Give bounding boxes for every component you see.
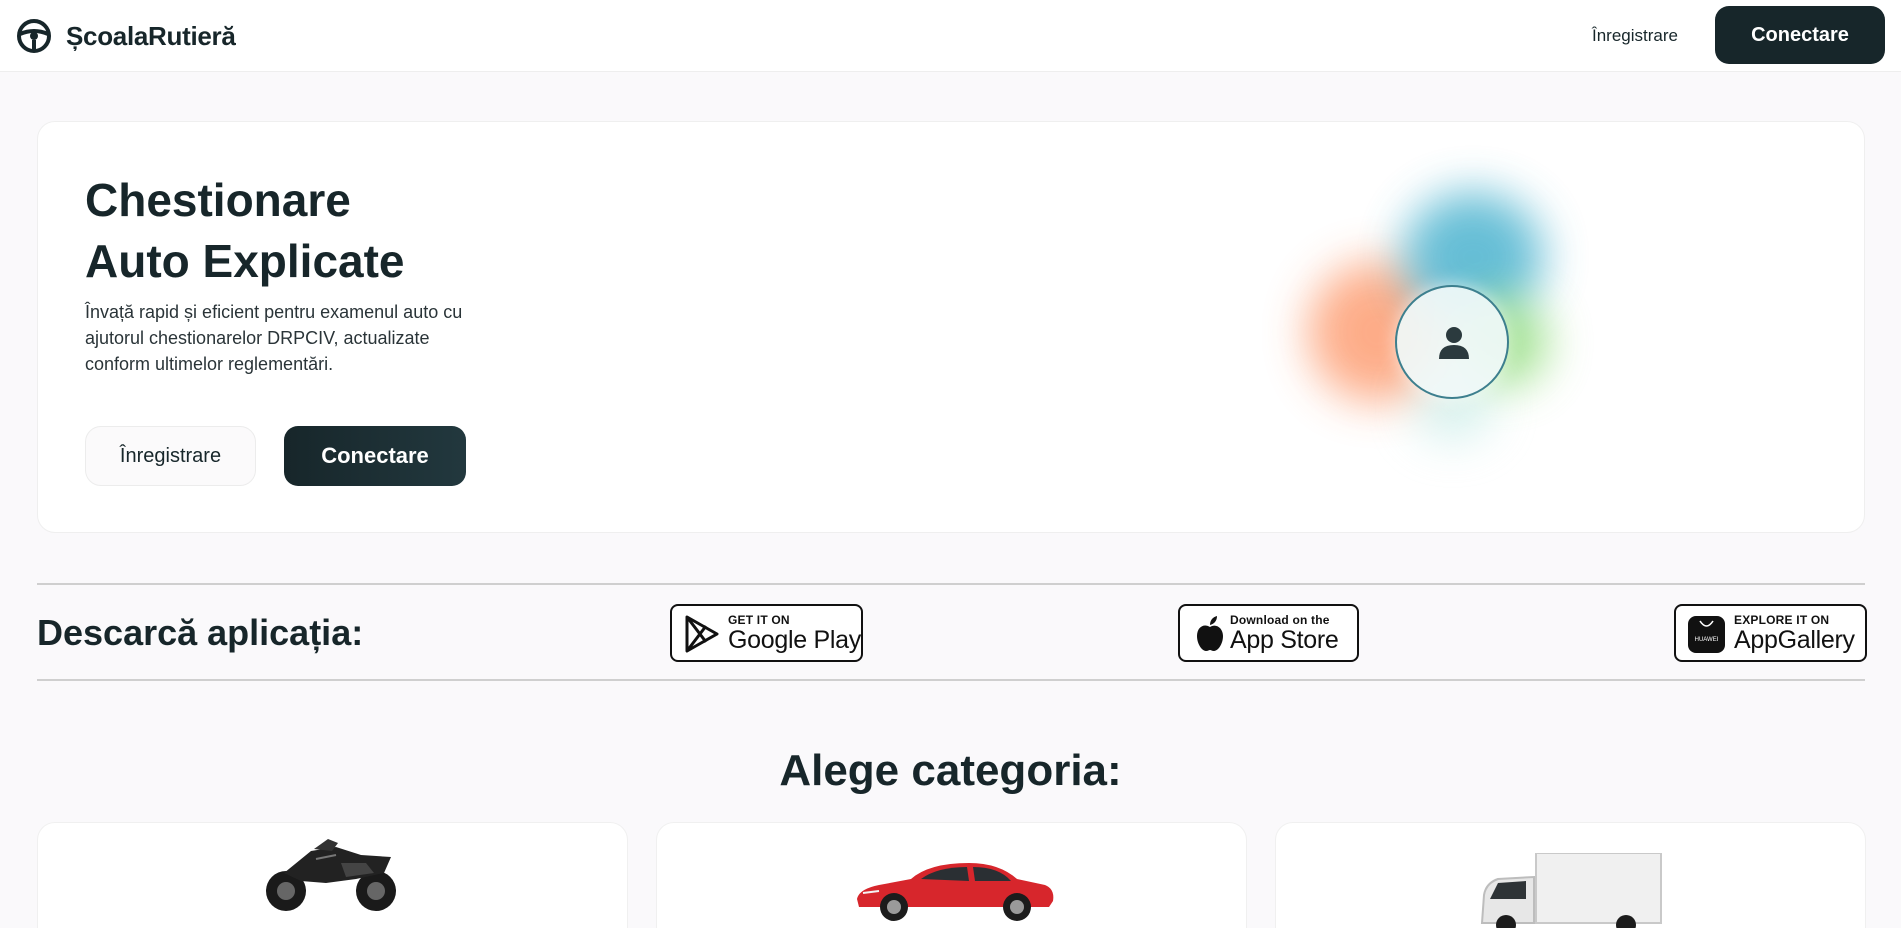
truck-image (1480, 853, 1662, 928)
top-navigation-bar: ȘcoalaRutieră Înregistrare Conectare (0, 0, 1901, 72)
bag-icon (1699, 620, 1714, 627)
category-title: Alege categoria: (779, 746, 1122, 795)
hero-title-line-1: Chestionare (85, 174, 351, 226)
motorcycle-image (266, 839, 396, 911)
category-card-motorcycle[interactable] (37, 822, 628, 928)
car-image (857, 863, 1054, 921)
download-app-section: Descarcă aplicația: GET IT ON Google Pla… (37, 583, 1867, 681)
app-store-big-text: App Store (1230, 626, 1339, 654)
site-logo-text[interactable]: ȘcoalaRutieră (66, 18, 236, 54)
avatar (1395, 285, 1509, 399)
hero-title: Chestionare Auto Explicate (85, 170, 545, 292)
appgallery-big-text: AppGallery (1734, 626, 1855, 654)
hero-card: Chestionare Auto Explicate Învață rapid … (37, 121, 1865, 533)
app-store-badge[interactable]: Download on the App Store (1178, 604, 1359, 662)
hero-title-line-2: Auto Explicate (85, 235, 405, 287)
user-icon (1439, 327, 1469, 359)
steering-wheel-icon[interactable] (16, 18, 52, 54)
category-card-car[interactable] (656, 822, 1247, 928)
hero-register-button[interactable]: Înregistrare (85, 426, 256, 486)
huawei-label: HUAWEI (1694, 637, 1719, 643)
header-login-button[interactable]: Conectare (1715, 6, 1885, 64)
appgallery-badge[interactable]: HUAWEI EXPLORE IT ON AppGallery (1674, 604, 1867, 662)
huawei-appgallery-icon: HUAWEI (1688, 616, 1725, 653)
google-play-small-text: GET IT ON (728, 613, 790, 627)
download-title: Descarcă aplicația: (37, 612, 364, 653)
google-play-badge[interactable]: GET IT ON Google Play (670, 604, 863, 662)
hero-illustration (1258, 162, 1658, 492)
google-play-big-text: Google Play (728, 626, 861, 654)
hero-description: Învață rapid și eficient pentru examenul… (85, 302, 463, 374)
appgallery-small-text: EXPLORE IT ON (1734, 613, 1830, 627)
header-register-link[interactable]: Înregistrare (1570, 18, 1700, 54)
hero-login-button[interactable]: Conectare (284, 426, 466, 486)
category-card-truck[interactable] (1275, 822, 1866, 928)
app-store-small-text: Download on the (1230, 613, 1330, 627)
google-play-icon (685, 615, 719, 653)
apple-icon (1197, 616, 1223, 651)
